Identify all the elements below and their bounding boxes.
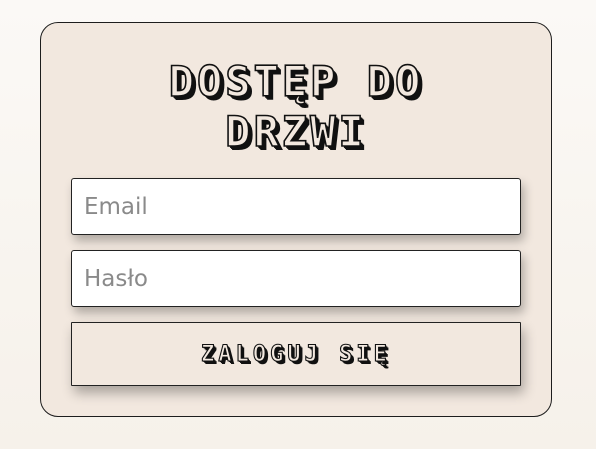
page-title: DOSTĘP DO DRZWI: [168, 56, 424, 157]
email-field[interactable]: [71, 178, 521, 235]
login-button[interactable]: ZALOGUJ SIĘ: [71, 322, 521, 386]
password-field[interactable]: [71, 250, 521, 307]
login-card: DOSTĘP DO DRZWI ZALOGUJ SIĘ: [40, 22, 552, 417]
